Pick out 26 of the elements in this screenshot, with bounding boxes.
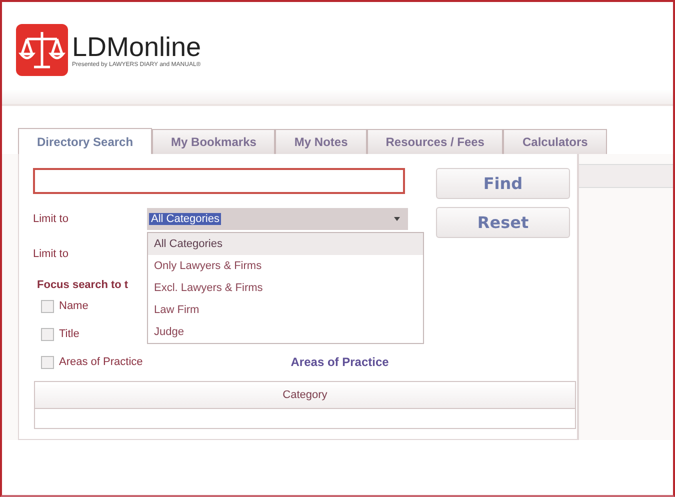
tab[interactable]: My Bookmarks — [152, 129, 276, 155]
dropdown-option[interactable]: Judge — [148, 321, 423, 343]
checkbox[interactable] — [41, 328, 54, 340]
find-button[interactable]: Find — [436, 168, 570, 199]
tab[interactable]: Calculators — [503, 129, 607, 155]
caret-icon — [394, 217, 400, 221]
category-select[interactable]: All Categories — [147, 208, 408, 230]
tab[interactable]: Resources / Fees — [366, 129, 504, 155]
limit-label: Limit to — [33, 213, 70, 225]
logo-title: LDMonline — [72, 32, 202, 62]
dropdown-option[interactable]: Law Firm — [148, 299, 423, 321]
checkbox[interactable] — [41, 356, 54, 368]
dropdown-option[interactable]: Excl. Lawyers & Firms — [148, 277, 423, 299]
search-field[interactable] — [33, 168, 405, 194]
dropdown-option[interactable]: Only Lawyers & Firms — [148, 255, 423, 277]
checkbox[interactable] — [41, 300, 54, 312]
limit-label: Limit to — [33, 248, 68, 260]
tab[interactable]: Directory Search — [18, 128, 152, 155]
checkbox-label: Areas of Practice — [59, 356, 143, 368]
tab[interactable]: My Notes — [275, 129, 367, 155]
areas-link[interactable]: Areas of Practice — [290, 355, 389, 369]
reset-button[interactable]: Reset — [436, 207, 570, 238]
checkbox-label: Name — [59, 300, 88, 312]
dropdown-option[interactable]: All Categories — [148, 233, 423, 255]
focus-label: Focus search to t — [37, 279, 128, 291]
checkbox-label: Title — [59, 328, 80, 340]
